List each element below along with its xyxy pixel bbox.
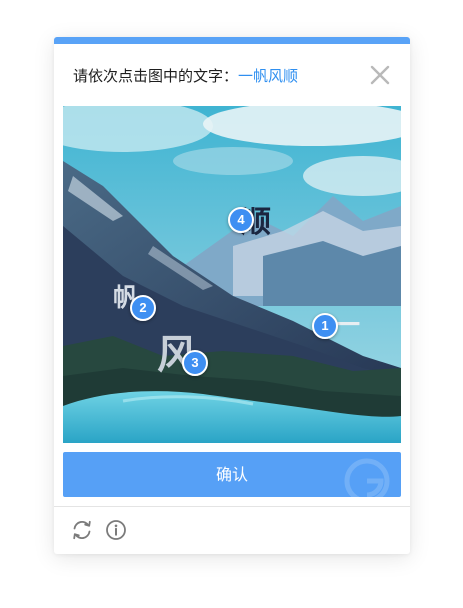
confirm-button-label: 确认 — [215, 465, 248, 484]
close-icon — [370, 65, 390, 85]
click-marker-3[interactable]: 3 — [182, 350, 208, 376]
info-button[interactable] — [105, 519, 127, 541]
instruction-label: 请依次点击图中的文字： — [73, 67, 239, 85]
footer-divider — [54, 506, 410, 507]
refresh-button[interactable] — [71, 519, 93, 541]
landscape-image — [63, 106, 401, 443]
close-button[interactable] — [368, 63, 392, 87]
click-marker-2[interactable]: 2 — [130, 295, 156, 321]
instruction-text: 请依次点击图中的文字：一帆风顺 — [73, 65, 298, 86]
refresh-icon — [73, 520, 91, 540]
captcha-dialog: 请依次点击图中的文字：一帆风顺 顺 帆 风 一 4 2 3 1 确认 — [54, 37, 410, 554]
click-marker-1[interactable]: 1 — [312, 313, 338, 339]
confirm-button[interactable]: 确认 — [63, 452, 401, 497]
click-marker-4[interactable]: 4 — [228, 207, 254, 233]
accent-bar — [54, 37, 410, 44]
brand-watermark-icon — [344, 458, 390, 497]
target-word: 一帆风顺 — [238, 67, 299, 85]
captcha-image[interactable]: 顺 帆 风 一 4 2 3 1 — [63, 106, 401, 443]
info-icon — [106, 520, 126, 540]
